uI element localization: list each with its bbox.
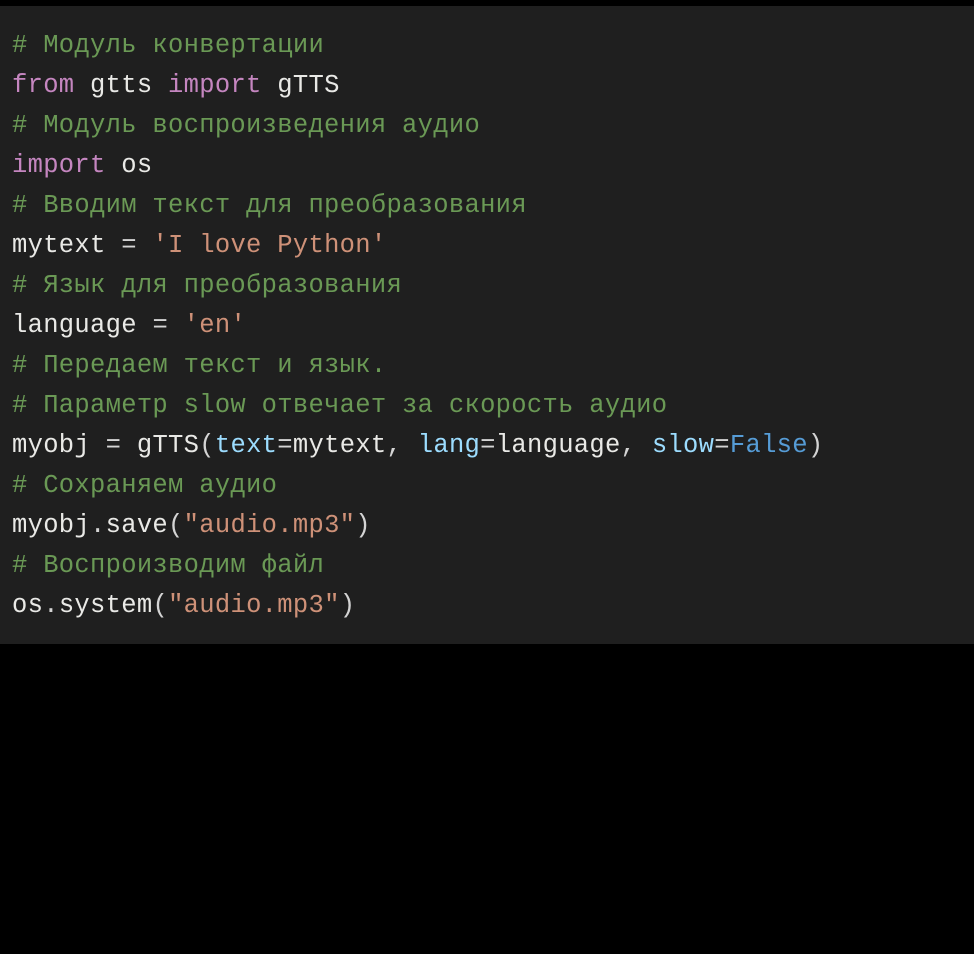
- code-line: # Модуль конвертации: [12, 26, 962, 66]
- code-token: =: [714, 431, 730, 460]
- code-token: =: [480, 431, 496, 460]
- code-token: text: [215, 431, 277, 460]
- code-line: # Сохраняем аудио: [12, 466, 962, 506]
- code-token: (: [168, 511, 184, 540]
- code-token: from: [12, 71, 74, 100]
- code-token: lang: [418, 431, 480, 460]
- code-token: =: [106, 431, 137, 460]
- code-line: os.system("audio.mp3"): [12, 586, 962, 626]
- code-token: # Модуль конвертации: [12, 31, 324, 60]
- code-token: False: [730, 431, 808, 460]
- code-token: "audio.mp3": [184, 511, 356, 540]
- code-line: # Язык для преобразования: [12, 266, 962, 306]
- code-token: system: [59, 591, 153, 620]
- code-token: # Модуль воспроизведения аудио: [12, 111, 480, 140]
- code-token: =: [121, 231, 152, 260]
- code-token: # Вводим текст для преобразования: [12, 191, 527, 220]
- code-line: mytext = 'I love Python': [12, 226, 962, 266]
- code-token: # Язык для преобразования: [12, 271, 402, 300]
- code-token: # Параметр slow отвечает за скорость ауд…: [12, 391, 667, 420]
- code-token: import: [168, 71, 262, 100]
- code-token: =: [277, 431, 293, 460]
- code-token: mytext: [293, 431, 387, 460]
- code-line: myobj.save("audio.mp3"): [12, 506, 962, 546]
- code-token: slow: [652, 431, 714, 460]
- code-token: 'I love Python': [152, 231, 386, 260]
- code-line: from gtts import gTTS: [12, 66, 962, 106]
- code-token: myobj: [12, 511, 90, 540]
- code-token: myobj: [12, 431, 106, 460]
- code-token: gTTS: [262, 71, 340, 100]
- code-line: # Воспроизводим файл: [12, 546, 962, 586]
- code-token: # Воспроизводим файл: [12, 551, 324, 580]
- code-token: # Передаем текст и язык.: [12, 351, 386, 380]
- code-line: # Параметр slow отвечает за скорость ауд…: [12, 386, 962, 426]
- code-token: ,: [387, 431, 418, 460]
- code-token: "audio.mp3": [168, 591, 340, 620]
- code-line: # Модуль воспроизведения аудио: [12, 106, 962, 146]
- code-token: (: [152, 591, 168, 620]
- code-token: language: [12, 311, 152, 340]
- code-token: mytext: [12, 231, 121, 260]
- code-token: language: [496, 431, 621, 460]
- code-token: (: [199, 431, 215, 460]
- code-block[interactable]: # Модуль конвертации from gtts import gTT…: [0, 6, 974, 644]
- code-token: # Сохраняем аудио: [12, 471, 277, 500]
- code-token: .: [43, 591, 59, 620]
- code-line: myobj = gTTS(text=mytext, lang=language,…: [12, 426, 962, 466]
- code-token: os: [12, 591, 43, 620]
- code-token: ): [355, 511, 371, 540]
- code-token: .: [90, 511, 106, 540]
- code-token: gtts: [74, 71, 168, 100]
- code-token: =: [152, 311, 183, 340]
- code-token: gTTS: [137, 431, 199, 460]
- code-token: ): [340, 591, 356, 620]
- code-line: # Вводим текст для преобразования: [12, 186, 962, 226]
- code-line: import os: [12, 146, 962, 186]
- code-token: 'en': [184, 311, 246, 340]
- code-token: import: [12, 151, 106, 180]
- code-token: os: [106, 151, 153, 180]
- code-token: ,: [621, 431, 652, 460]
- code-token: ): [808, 431, 824, 460]
- code-line: language = 'en': [12, 306, 962, 346]
- code-line: # Передаем текст и язык.: [12, 346, 962, 386]
- code-token: save: [106, 511, 168, 540]
